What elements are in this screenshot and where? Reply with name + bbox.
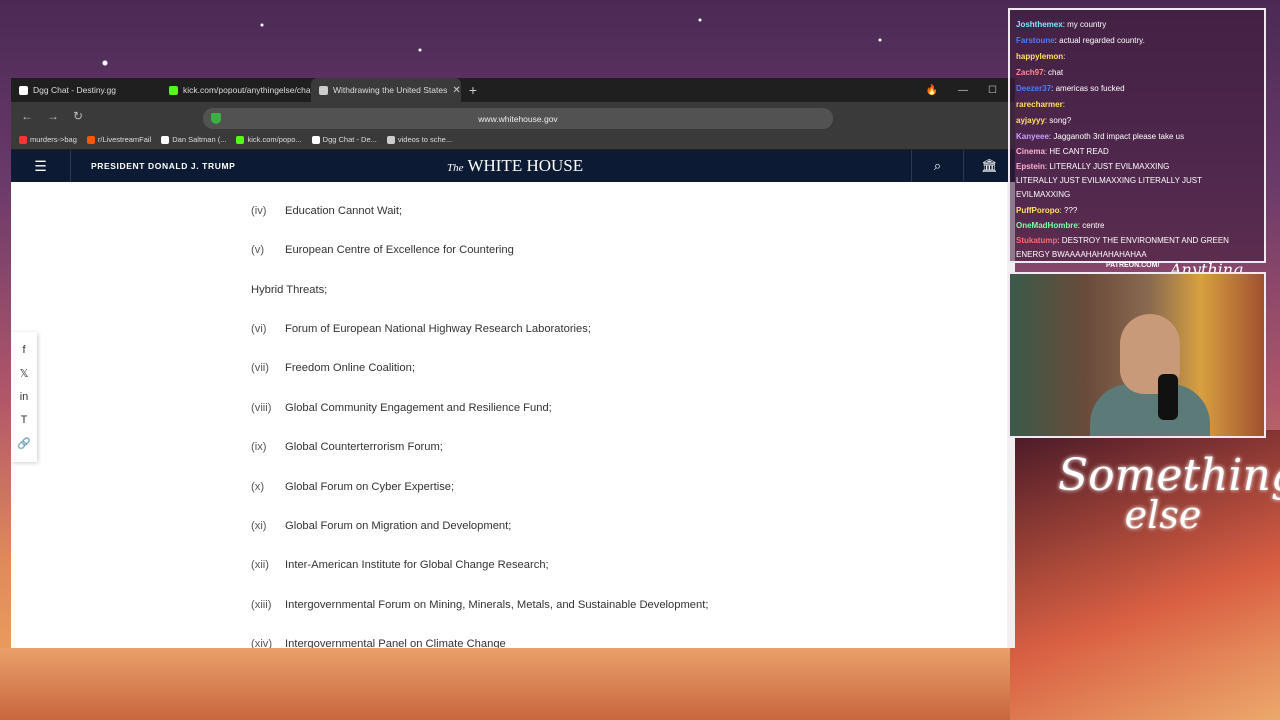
chat-message: happylemon: — [1016, 52, 1066, 61]
list-item: (x) Global Forum on Cyber Expertise; — [251, 481, 455, 493]
close-tab-icon[interactable]: ✕ — [452, 85, 460, 96]
bookmark-item[interactable]: r/LivestreamFail — [86, 135, 151, 144]
forward-icon[interactable]: → — [47, 109, 59, 123]
bookmark-item[interactable]: murders->bag — [19, 135, 77, 144]
list-item: (iv) Education Cannot Wait; — [251, 205, 403, 217]
bookmark-item[interactable]: kick.com/popo... — [236, 135, 302, 144]
chat-message: LITERALLY JUST EVILMAXXING LITERALLY JUS… — [1016, 176, 1202, 185]
site-logo[interactable]: The WHITE HOUSE — [447, 156, 583, 176]
flame-icon[interactable]: 🔥 — [926, 85, 938, 96]
dgg-icon — [311, 135, 320, 144]
minimize-icon[interactable]: — — [958, 85, 968, 96]
chat-message: rarecharmer: — [1016, 100, 1065, 109]
bookmarks-bar: murders->bag r/LivestreamFail Dan Saltma… — [11, 130, 1015, 150]
text-size-icon[interactable]: T — [21, 414, 28, 426]
patreon-label: PATREON.COM/ — [1106, 262, 1160, 269]
list-item: (xii) Inter-American Institute for Global… — [251, 559, 549, 571]
site-header: ☰ PRESIDENT DONALD J. TRUMP The WHITE HO… — [11, 150, 1015, 182]
chat-message: EVILMAXXING — [1016, 190, 1071, 199]
bookmark-folder[interactable]: videos to sche... — [386, 135, 452, 144]
chat-message: Deezer37: americas so fucked — [1016, 84, 1125, 93]
bookmark-item[interactable]: Dan Saltman (... — [161, 135, 226, 144]
x-share-icon[interactable]: 𝕏 — [20, 367, 29, 380]
url-text: www.whitehouse.gov — [478, 113, 558, 124]
list-item: (vi) Forum of European National Highway R… — [251, 323, 591, 335]
chat-message: Cinema: HE CANT READ — [1016, 147, 1109, 156]
bookmark-item[interactable]: Dgg Chat - De... — [311, 135, 377, 144]
list-item: (ix) Global Counterterrorism Forum; — [251, 441, 443, 453]
list-item: (xiii) Intergovernmental Forum on Mining,… — [251, 599, 709, 611]
president-link[interactable]: PRESIDENT DONALD J. TRUMP — [71, 161, 235, 171]
kick-icon — [236, 135, 245, 144]
chat-message: Zach97: chat — [1016, 68, 1064, 77]
browser-window: Dgg Chat - Destiny.gg kick.com/popout/an… — [11, 78, 1015, 648]
webcam-feed — [1008, 272, 1266, 438]
folder-icon — [386, 135, 395, 144]
shield-icon[interactable] — [211, 113, 221, 124]
youtube-icon — [19, 135, 27, 144]
chat-message: Stukatump: DESTROY THE ENVIRONMENT AND G… — [1016, 236, 1229, 245]
address-bar[interactable]: www.whitehouse.gov — [203, 108, 833, 129]
something-else-logo: Something else — [1058, 450, 1280, 537]
list-item: (xi) Global Forum on Migration and Develo… — [251, 520, 512, 532]
linkedin-icon[interactable]: in — [20, 391, 29, 403]
back-icon[interactable]: ← — [21, 109, 33, 123]
chat-message: ayjayyy: song? — [1016, 116, 1072, 125]
x-icon — [161, 135, 170, 144]
reload-icon[interactable]: ↻ — [73, 109, 83, 123]
stream-chat-overlay: Joshthemex: my country Farstoune: actual… — [1008, 8, 1266, 263]
window-controls: 🔥 — ☐ — [926, 85, 1015, 96]
whitehouse-favicon-icon — [319, 85, 328, 95]
tab-label: kick.com/popout/anythingelse/chat — [183, 85, 311, 95]
chat-message: Epstein: LITERALLY JUST EVILMAXXING — [1016, 162, 1170, 171]
favicon-icon — [19, 85, 28, 95]
tab-kick-chat[interactable]: kick.com/popout/anythingelse/chat — [161, 78, 311, 102]
search-icon[interactable]: ⌕ — [911, 150, 963, 182]
reddit-icon — [86, 135, 95, 144]
list-item: (viii) Global Community Engagement and Re… — [251, 402, 552, 414]
chat-message: Kanyeee: Jagganoth 3rd impact please tak… — [1016, 132, 1185, 141]
kick-favicon-icon — [169, 85, 178, 95]
tab-label: Dgg Chat - Destiny.gg — [33, 85, 116, 95]
chat-message: ENERGY BWAAAAHAHAHAHAHAA — [1016, 250, 1147, 259]
chat-message: Farstoune: actual regarded country. — [1016, 36, 1145, 45]
tab-whitehouse[interactable]: Withdrawing the United States ✕ — [311, 78, 461, 102]
new-tab-button[interactable]: + — [461, 82, 485, 98]
header-actions: ⌕ 🏛 — [911, 150, 1015, 182]
tab-label: Withdrawing the United States — [333, 85, 448, 95]
maximize-icon[interactable]: ☐ — [988, 85, 997, 96]
tab-dgg-chat[interactable]: Dgg Chat - Destiny.gg — [11, 78, 161, 102]
chat-message: Joshthemex: my country — [1016, 20, 1107, 29]
article-content: (iv) Education Cannot Wait; (v) European C… — [11, 182, 1015, 648]
link-icon[interactable]: 🔗 — [17, 437, 31, 450]
list-item: Hybrid Threats; — [251, 284, 328, 296]
list-item: (v) European Centre of Excellence for Cou… — [251, 244, 514, 256]
share-sidebar: f 𝕏 in T 🔗 — [11, 332, 37, 462]
list-item: (xiv) Intergovernmental Panel on Climate … — [251, 638, 506, 648]
microphone-icon — [1158, 374, 1178, 420]
tab-bar: Dgg Chat - Destiny.gg kick.com/popout/an… — [11, 78, 1015, 102]
list-item: (vii) Freedom Online Coalition; — [251, 362, 415, 374]
facebook-icon[interactable]: f — [22, 344, 25, 356]
chat-message: PuffPoropo: ??? — [1016, 206, 1078, 215]
hamburger-menu-icon[interactable]: ☰ — [11, 150, 71, 182]
chat-message: OneMadHombre: centre — [1016, 221, 1105, 230]
